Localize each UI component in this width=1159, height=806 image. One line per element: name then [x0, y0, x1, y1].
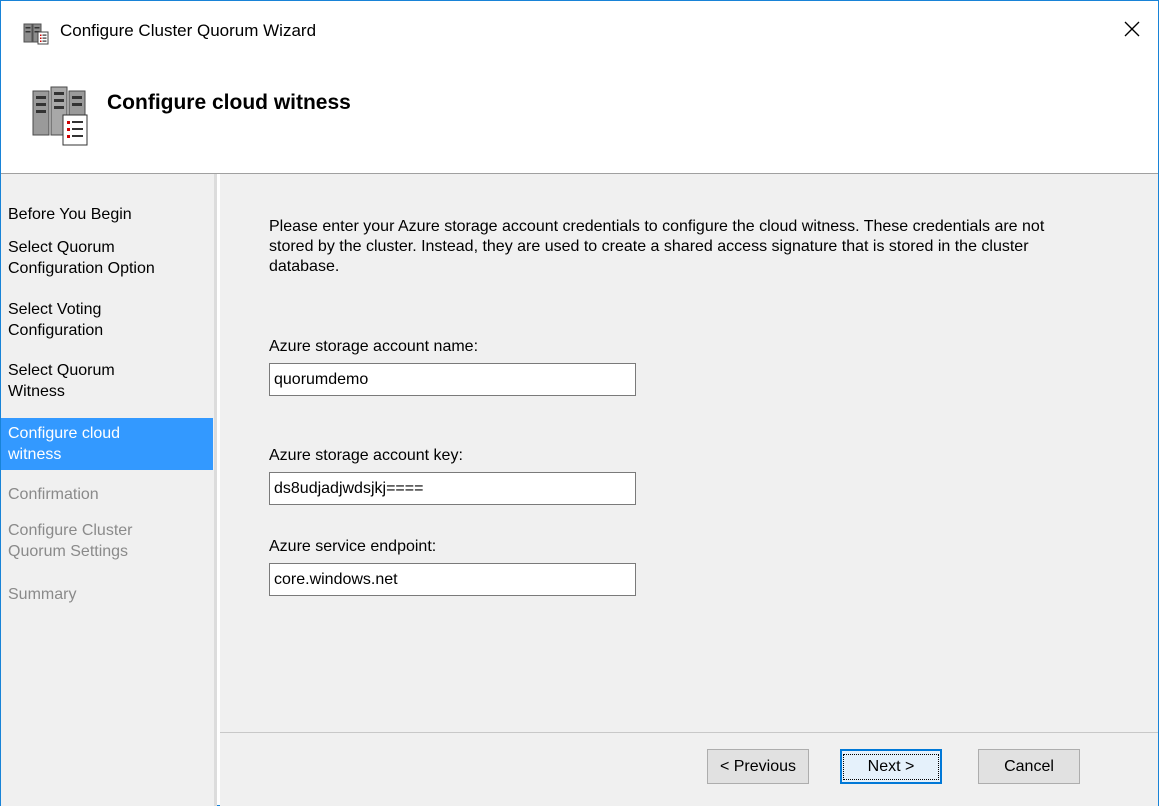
- nav-step-select-voting-configuration[interactable]: Select Voting Configuration: [1, 299, 213, 341]
- cluster-wizard-icon: [23, 23, 49, 45]
- nav-step-summary: Summary: [8, 586, 77, 603]
- nav-step-before-you-begin[interactable]: Before You Begin: [1, 204, 213, 225]
- close-button[interactable]: [1112, 9, 1152, 49]
- endpoint-input[interactable]: [269, 563, 636, 596]
- previous-button[interactable]: < Previous: [707, 749, 809, 784]
- next-button[interactable]: Next >: [840, 749, 942, 784]
- nav-step-configure-cluster-quorum-settings: Configure Cluster Quorum Settings: [8, 522, 133, 560]
- title-bar[interactable]: Configure Cluster Quorum Wizard: [1, 1, 1158, 63]
- endpoint-label: Azure service endpoint:: [269, 538, 437, 555]
- page-title: Configure cloud witness: [107, 91, 351, 114]
- next-button-label: Next >: [842, 753, 940, 780]
- account-key-label: Azure storage account key:: [269, 447, 463, 464]
- wizard-steps-nav: Before You Begin Select Quorum Configura…: [1, 174, 217, 806]
- nav-step-select-quorum-configuration-option[interactable]: Select Quorum Configuration Option: [1, 237, 213, 279]
- close-icon: [1124, 21, 1140, 37]
- wizard-content: Please enter your Azure storage account …: [220, 174, 1158, 806]
- intro-text: Please enter your Azure storage account …: [269, 218, 1045, 275]
- wizard-header: Configure cloud witness: [1, 63, 1158, 173]
- nav-step-confirmation: Confirmation: [8, 486, 99, 503]
- footer-divider: [220, 732, 1158, 733]
- account-name-label: Azure storage account name:: [269, 338, 479, 355]
- account-name-input[interactable]: [269, 363, 636, 396]
- nav-step-configure-cloud-witness[interactable]: Configure cloud witness: [1, 418, 213, 470]
- account-key-input[interactable]: [269, 472, 636, 505]
- cluster-server-icon: [32, 86, 88, 146]
- wizard-window: Configure Cluster Quorum Wizard Configur…: [0, 0, 1159, 806]
- nav-step-select-quorum-witness[interactable]: Select Quorum Witness: [1, 360, 213, 402]
- window-title: Configure Cluster Quorum Wizard: [60, 21, 317, 40]
- cancel-button[interactable]: Cancel: [978, 749, 1080, 784]
